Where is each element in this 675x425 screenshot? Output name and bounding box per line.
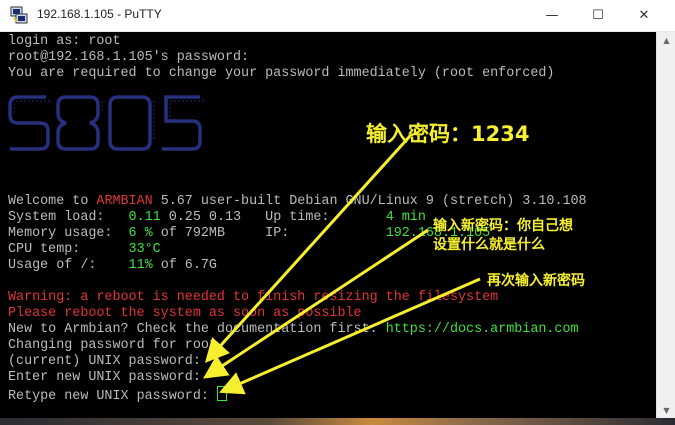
current-password-prompt: (current) UNIX password:: [8, 354, 201, 369]
reboot-warning-line: Warning: a reboot is needed to finish re…: [8, 290, 499, 305]
system-load-rest: 0.25 0.13 Up time:: [160, 210, 386, 225]
disk-usage-label: Usage of /:: [8, 258, 129, 273]
login-line: login as: root: [8, 34, 121, 49]
docs-prefix: New to Armbian? Check the documentation …: [8, 322, 386, 337]
uptime-value: 4 min: [385, 210, 426, 225]
disk-usage-rest: of 6.7G: [152, 258, 217, 273]
memory-label: Memory usage:: [8, 226, 129, 241]
system-load-line: System load: 0.11 0.25 0.13 Up time: 4 m…: [8, 210, 426, 226]
new-password-prompt: Enter new UNIX password:: [8, 370, 201, 385]
docs-url[interactable]: https://docs.armbian.com: [386, 322, 579, 337]
terminal-cursor: [216, 386, 227, 401]
system-load-label: System load:: [8, 210, 129, 225]
scroll-down-arrow-icon[interactable]: ▼: [657, 402, 675, 418]
title-bar[interactable]: 192.168.1.105 - PuTTY — ☐ ✕: [0, 0, 675, 32]
welcome-suffix: 5.67 user-built Debian GNU/Linux 9 (stre…: [152, 194, 587, 209]
reboot-advice-line: Please reboot the system as soon as poss…: [8, 306, 362, 321]
memory-rest: of 792MB IP:: [152, 226, 386, 241]
welcome-line: Welcome to ARMBIAN 5.67 user-built Debia…: [8, 194, 587, 210]
putty-window: 192.168.1.105 - PuTTY — ☐ ✕ login as: ro…: [0, 0, 675, 425]
annotation-enter-password: 输入密码：1234: [366, 122, 530, 146]
annotation-retype-password: 再次输入新密码: [487, 273, 585, 289]
change-notice-line: You are required to change your password…: [8, 66, 555, 81]
cpu-temp-label: CPU temp:: [8, 242, 129, 257]
memory-value: 6 %: [128, 226, 153, 241]
docs-line: New to Armbian? Check the documentation …: [8, 322, 579, 338]
changing-password-line: Changing password for root.: [8, 338, 225, 353]
memory-line: Memory usage: 6 % of 792MB IP: 192.168.1…: [8, 226, 490, 242]
disk-usage-line: Usage of /: 11% of 6.7G: [8, 258, 217, 274]
window-title: 192.168.1.105 - PuTTY: [37, 7, 162, 21]
annotation-new-password: 输入新密码：你自己想设置什么就是什么: [433, 218, 573, 253]
password-prompt-line: root@192.168.1.105's password:: [8, 50, 250, 65]
desktop-background-strip: [0, 418, 675, 425]
putty-app-icon[interactable]: [10, 6, 28, 24]
close-button[interactable]: ✕: [621, 0, 667, 31]
vertical-scrollbar[interactable]: ▲ ▼: [656, 32, 675, 418]
scroll-up-arrow-icon[interactable]: ▲: [657, 32, 675, 48]
welcome-prefix: Welcome to: [8, 194, 97, 209]
maximize-button[interactable]: ☐: [575, 0, 621, 31]
distro-name: ARMBIAN: [96, 194, 153, 209]
minimize-button[interactable]: —: [529, 0, 575, 31]
system-load-value: 0.11: [128, 210, 161, 225]
cpu-temp-line: CPU temp: 33°C: [8, 242, 161, 258]
s805-banner: [8, 95, 204, 151]
disk-usage-value: 11%: [128, 258, 153, 273]
retype-password-line[interactable]: Retype new UNIX password:: [8, 386, 227, 404]
cpu-temp-value: 33°C: [128, 242, 161, 257]
retype-password-prompt: Retype new UNIX password:: [8, 389, 217, 404]
